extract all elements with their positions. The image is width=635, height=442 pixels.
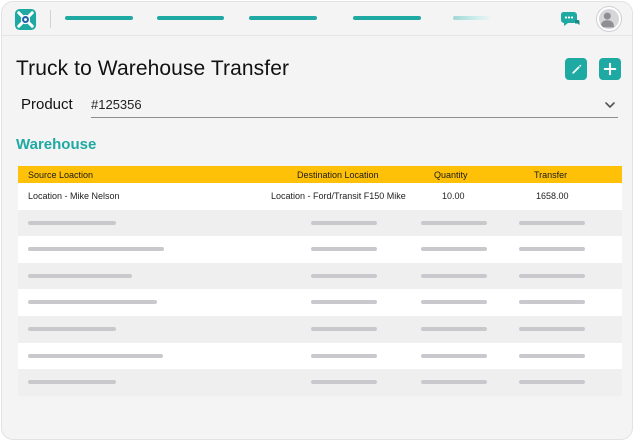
placeholder-bar [311,220,377,225]
chevron-down-icon[interactable] [604,100,616,110]
top-bar [2,2,632,36]
table-row-placeholder [18,289,622,316]
placeholder-bar [28,220,116,225]
placeholder-bar [311,273,377,278]
cell-quantity: 10.00 [442,191,465,201]
placeholder-bar [519,353,585,358]
placeholder-bar [28,326,116,331]
header-quantity[interactable]: Quantity [434,170,468,180]
placeholder-bar [28,380,116,385]
table-row-placeholder [18,236,622,263]
section-title: Warehouse [16,136,97,153]
page-title: Truck to Warehouse Transfer [16,57,290,80]
product-select[interactable]: #125356 [91,94,618,118]
avatar-silhouette-icon [600,12,614,28]
cell-destination-location: Location - Ford/Transit F150 Mike [271,191,406,201]
placeholder-bar [311,380,377,385]
user-avatar[interactable] [597,7,621,31]
nav-item-5[interactable] [453,16,493,20]
placeholder-bar [519,273,585,278]
transfer-table: Source Loaction Destination Location Qua… [18,166,622,396]
product-value: #125356 [91,97,142,112]
add-button[interactable] [599,58,621,80]
placeholder-bar [519,300,585,305]
table-row[interactable]: Location - Mike Nelson Location - Ford/T… [18,183,622,210]
placeholder-bar [28,247,164,252]
nav-item-3[interactable] [249,16,317,20]
placeholder-bar [519,247,585,252]
header-destination-location[interactable]: Destination Location [297,170,379,180]
product-label: Product [21,96,73,113]
placeholder-bar [519,220,585,225]
app-logo-icon[interactable] [14,8,37,31]
placeholder-bar [28,273,132,278]
placeholder-bar [421,326,487,331]
header-transfer[interactable]: Transfer [534,170,567,180]
placeholder-bar [421,300,487,305]
placeholder-bar [311,353,377,358]
cell-transfer: 1658.00 [536,191,569,201]
placeholder-bar [311,247,377,252]
placeholder-bar [519,380,585,385]
table-row-placeholder [18,209,622,237]
placeholder-bar [421,353,487,358]
table-row-placeholder [18,262,622,290]
nav-item-1[interactable] [65,16,133,20]
placeholder-bar [519,326,585,331]
chat-icon[interactable] [560,9,580,29]
app-window: Truck to Warehouse Transfer Product #125… [1,1,633,440]
table-row-placeholder [18,315,622,343]
placeholder-bar [421,220,487,225]
placeholder-bar [421,380,487,385]
table-row-placeholder [18,369,622,396]
cell-source-location: Location - Mike Nelson [28,191,120,201]
placeholder-bar [421,273,487,278]
table-row-placeholder [18,342,622,370]
plus-icon [603,62,617,76]
table-header: Source Loaction Destination Location Qua… [18,166,622,183]
nav-item-2[interactable] [157,16,224,20]
edit-button[interactable] [565,58,587,80]
placeholder-bar [28,300,157,305]
placeholder-bar [421,247,487,252]
header-source-location[interactable]: Source Loaction [28,170,93,180]
topbar-divider [50,10,51,28]
nav-item-4[interactable] [353,16,421,20]
placeholder-bar [311,326,377,331]
placeholder-bar [311,300,377,305]
placeholder-bar [28,353,163,358]
pencil-icon [571,64,581,74]
